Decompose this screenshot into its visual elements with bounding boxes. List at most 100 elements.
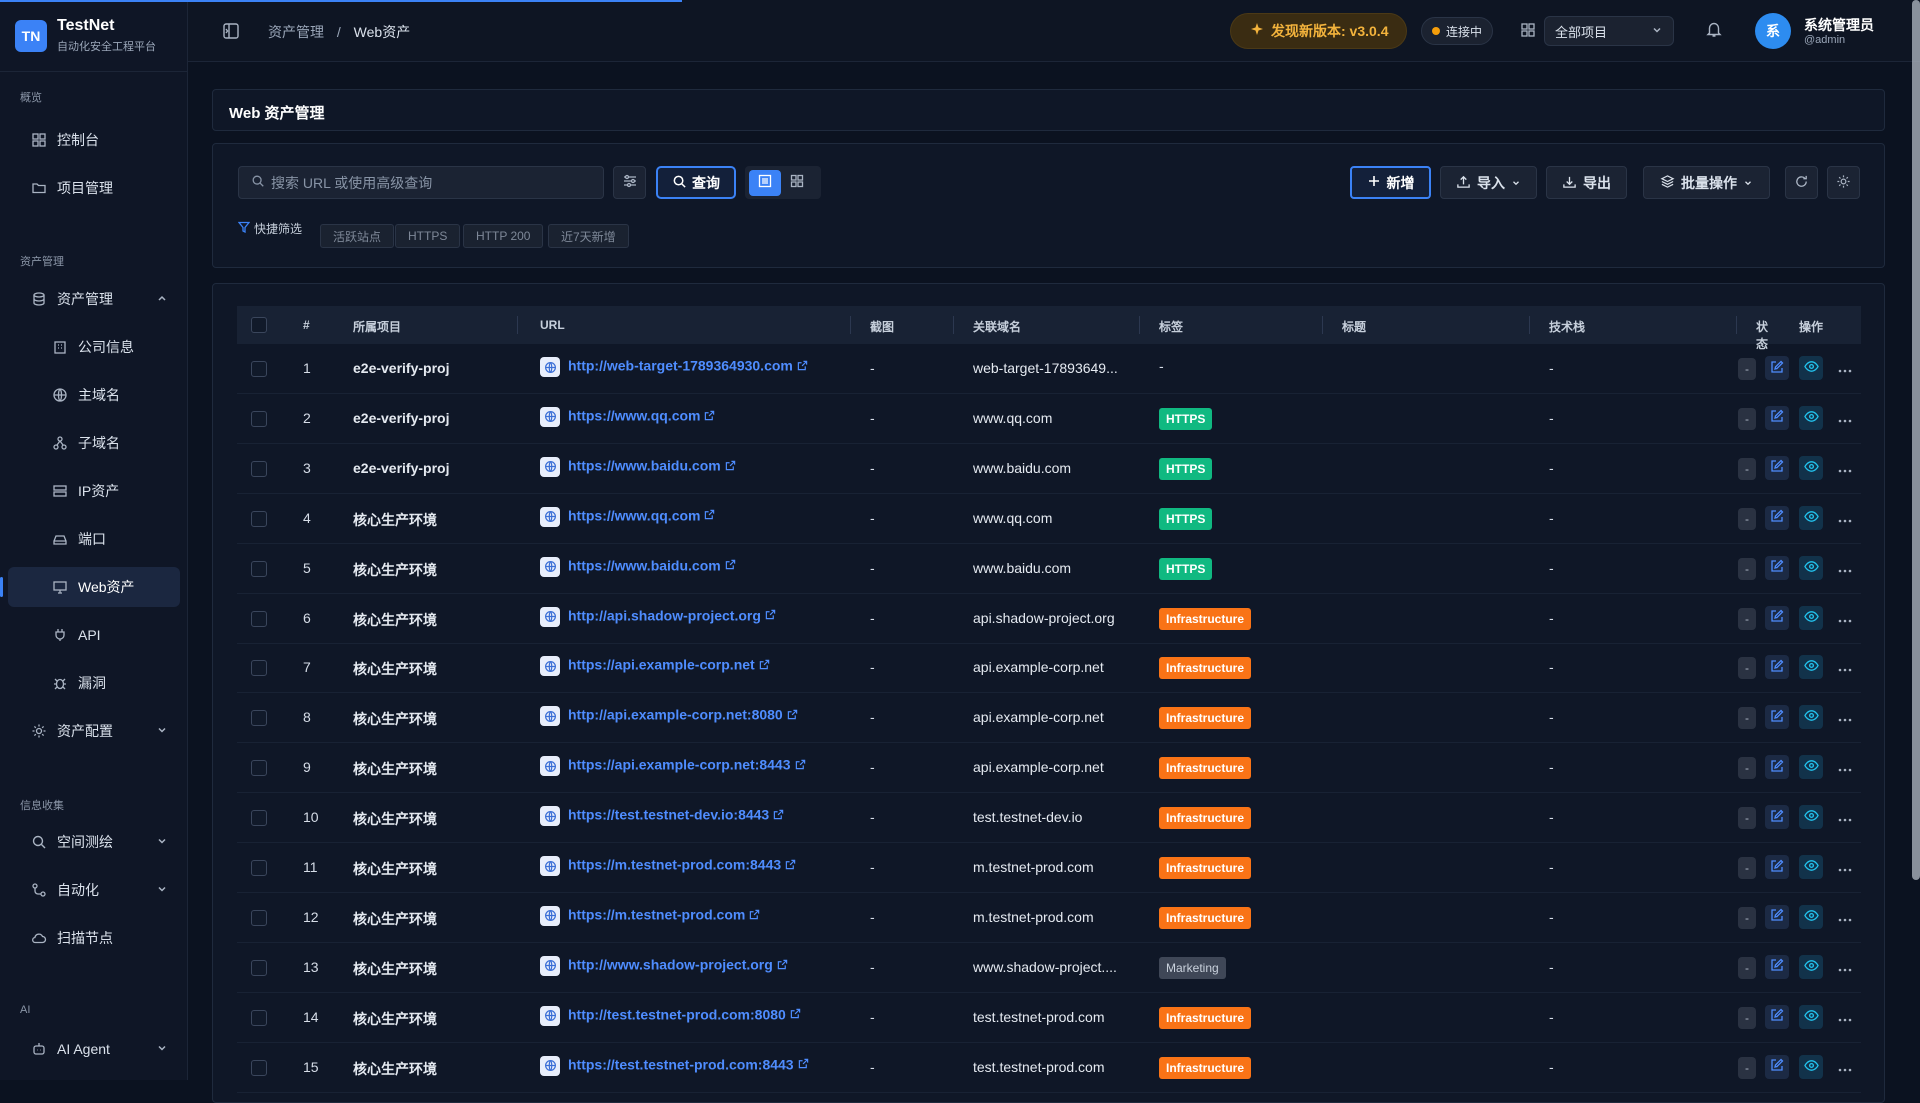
row-checkbox[interactable] — [251, 560, 267, 577]
view-button[interactable] — [1799, 755, 1823, 780]
edit-button[interactable] — [1765, 1054, 1789, 1079]
external-link-icon[interactable] — [749, 909, 760, 923]
edit-button[interactable] — [1765, 555, 1789, 580]
edit-button[interactable] — [1765, 655, 1789, 680]
table-row[interactable]: 2 e2e-verify-proj https://www.qq.com - www.q… — [237, 394, 1861, 444]
external-link-icon[interactable] — [765, 609, 776, 623]
sidebar-item-company[interactable]: 公司信息 — [8, 327, 180, 367]
external-link-icon[interactable] — [704, 410, 715, 424]
external-link-icon[interactable] — [798, 1059, 809, 1072]
edit-button[interactable] — [1765, 755, 1789, 780]
more-button[interactable] — [1833, 506, 1857, 530]
sidebar-item-asset-management[interactable]: 资产管理 — [8, 279, 180, 319]
more-button[interactable] — [1833, 805, 1857, 829]
row-checkbox[interactable] — [251, 610, 267, 627]
row-url-link[interactable]: https://m.testnet-prod.com — [568, 907, 745, 923]
external-link-icon[interactable] — [773, 809, 784, 823]
view-button[interactable] — [1799, 655, 1823, 680]
external-link-icon[interactable] — [785, 859, 796, 873]
view-button[interactable] — [1799, 954, 1823, 979]
row-url-link[interactable]: https://api.example-corp.net — [568, 657, 755, 673]
edit-button[interactable] — [1765, 855, 1789, 879]
refresh-button[interactable] — [1785, 166, 1818, 199]
more-button[interactable] — [1833, 855, 1857, 879]
more-button[interactable] — [1833, 1055, 1857, 1079]
sidebar-item-asset-config[interactable]: 资产配置 — [8, 711, 180, 751]
advanced-filter-button[interactable] — [613, 166, 646, 199]
search-input[interactable] — [271, 174, 591, 191]
breadcrumb-parent[interactable]: 资产管理 — [268, 24, 324, 40]
chip-https[interactable]: HTTPS — [395, 224, 461, 248]
row-checkbox[interactable] — [251, 909, 267, 926]
more-button[interactable] — [1833, 406, 1857, 430]
view-button[interactable] — [1799, 855, 1823, 879]
row-checkbox[interactable] — [251, 760, 267, 777]
table-row[interactable]: 9 核心生产环境 https://api.example-corp.net:8443… — [237, 743, 1861, 794]
row-url-link[interactable]: https://www.baidu.com — [568, 557, 721, 573]
view-button[interactable] — [1799, 904, 1823, 929]
list-view-button[interactable] — [749, 169, 781, 196]
row-checkbox[interactable] — [251, 710, 267, 727]
table-row[interactable]: 13 核心生产环境 http://www.shadow-project.org - ww… — [237, 943, 1861, 993]
sidebar-item-scan-nodes[interactable]: 扫描节点 — [8, 918, 180, 958]
view-button[interactable] — [1799, 405, 1823, 430]
external-link-icon[interactable] — [790, 1009, 801, 1022]
settings-button[interactable] — [1827, 166, 1860, 199]
more-button[interactable] — [1833, 655, 1857, 679]
more-button[interactable] — [1833, 705, 1857, 729]
view-button[interactable] — [1799, 356, 1823, 380]
row-url-link[interactable]: http://test.testnet-prod.com:8080 — [568, 1006, 786, 1022]
row-url-link[interactable]: https://www.qq.com — [568, 408, 700, 424]
external-link-icon[interactable] — [795, 759, 806, 773]
page-scrollbar[interactable] — [1912, 0, 1920, 880]
edit-button[interactable] — [1765, 605, 1789, 630]
row-url-link[interactable]: https://www.qq.com — [568, 507, 700, 523]
batch-operations-button[interactable]: 批量操作 — [1643, 166, 1770, 199]
sidebar-item-dashboard[interactable]: 控制台 — [8, 120, 180, 160]
row-url-link[interactable]: https://test.testnet-dev.io:8443 — [568, 807, 769, 823]
row-checkbox[interactable] — [251, 1059, 267, 1076]
sidebar-toggle-icon[interactable] — [222, 22, 240, 43]
more-button[interactable] — [1833, 456, 1857, 480]
chip-active-sites[interactable]: 活跃站点 — [320, 224, 395, 248]
col-domain[interactable]: 关联域名 — [973, 318, 1021, 335]
table-row[interactable]: 8 核心生产环境 http://api.example-corp.net:8080 -… — [237, 693, 1861, 744]
row-checkbox[interactable] — [251, 361, 267, 377]
table-row[interactable]: 5 核心生产环境 https://www.baidu.com - www.baidu.c… — [237, 544, 1861, 594]
more-button[interactable] — [1833, 955, 1857, 979]
table-row[interactable]: 11 核心生产环境 https://m.testnet-prod.com:8443 -… — [237, 843, 1861, 893]
row-url-link[interactable]: http://api.shadow-project.org — [568, 607, 761, 623]
table-row[interactable]: 14 核心生产环境 http://test.testnet-prod.com:808… — [237, 993, 1861, 1043]
row-url-link[interactable]: https://m.testnet-prod.com:8443 — [568, 857, 781, 873]
table-row[interactable]: 1 e2e-verify-proj http://web-target-178936… — [237, 344, 1861, 394]
new-version-button[interactable]: 发现新版本: v3.0.4 — [1230, 13, 1408, 49]
row-checkbox[interactable] — [251, 410, 267, 427]
row-checkbox[interactable] — [251, 1009, 267, 1026]
sidebar-item-cyberspace[interactable]: 空间测绘 — [8, 822, 180, 862]
external-link-icon[interactable] — [725, 560, 736, 573]
view-button[interactable] — [1799, 455, 1823, 480]
query-button[interactable]: 查询 — [656, 166, 736, 199]
sidebar-item-ip-assets[interactable]: IP资产 — [8, 471, 180, 511]
row-checkbox[interactable] — [251, 959, 267, 976]
external-link-icon[interactable] — [704, 510, 715, 523]
more-button[interactable] — [1833, 556, 1857, 580]
external-link-icon[interactable] — [759, 659, 770, 673]
edit-button[interactable] — [1765, 505, 1789, 530]
row-url-link[interactable]: http://web-target-1789364930.com — [568, 358, 793, 374]
edit-button[interactable] — [1765, 904, 1789, 929]
sidebar-item-vulnerabilities[interactable]: 漏洞 — [8, 663, 180, 703]
view-button[interactable] — [1799, 705, 1823, 730]
view-button[interactable] — [1799, 1004, 1823, 1029]
export-button[interactable]: 导出 — [1546, 166, 1627, 199]
edit-button[interactable] — [1765, 805, 1789, 830]
table-row[interactable]: 15 核心生产环境 https://test.testnet-prod.com:84… — [237, 1043, 1861, 1093]
project-select[interactable]: 全部项目 — [1544, 16, 1674, 46]
view-button[interactable] — [1799, 505, 1823, 530]
sidebar-item-api[interactable]: API — [8, 615, 180, 655]
sidebar-item-projects[interactable]: 项目管理 — [8, 168, 180, 208]
edit-button[interactable] — [1765, 455, 1789, 480]
table-row[interactable]: 12 核心生产环境 https://m.testnet-prod.com - m.tes… — [237, 893, 1861, 943]
table-row[interactable]: 4 核心生产环境 https://www.qq.com - www.qq.com HTTP… — [237, 494, 1861, 544]
more-button[interactable] — [1833, 755, 1857, 779]
